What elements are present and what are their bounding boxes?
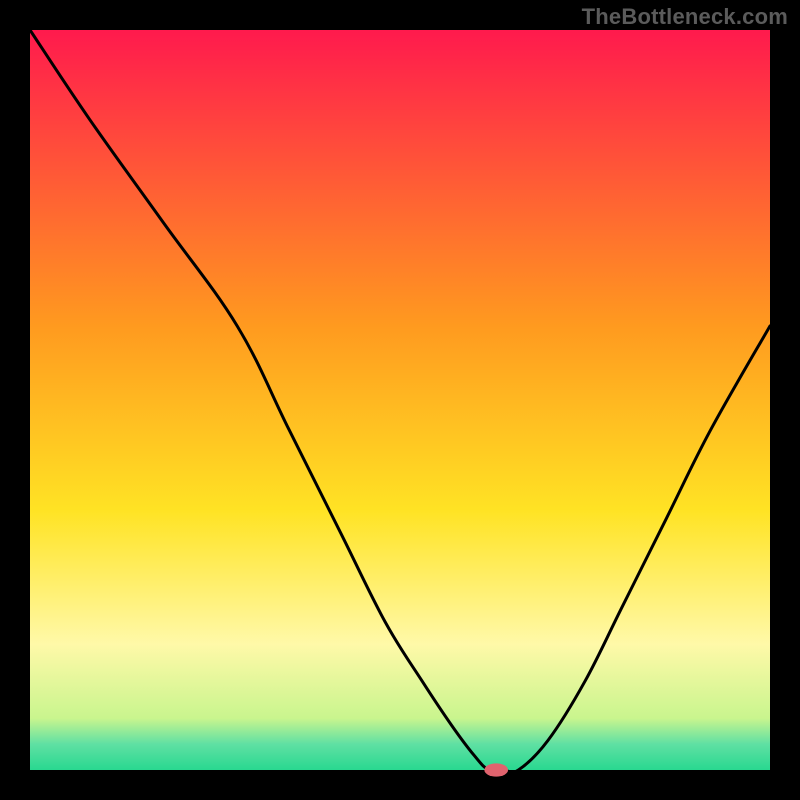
- watermark-text: TheBottleneck.com: [582, 4, 788, 30]
- bottleneck-chart: [0, 0, 800, 800]
- chart-background: [30, 30, 770, 770]
- optimal-marker: [484, 763, 508, 776]
- chart-stage: TheBottleneck.com: [0, 0, 800, 800]
